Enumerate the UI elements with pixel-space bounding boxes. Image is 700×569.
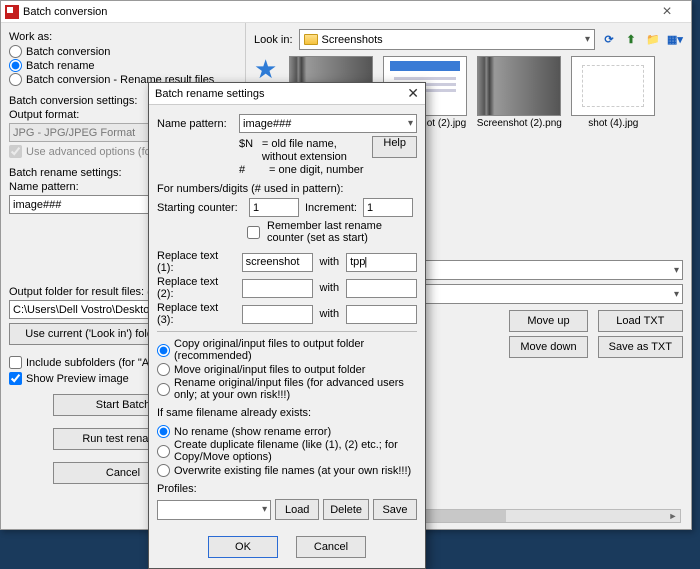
- replace1-label: Replace text (1):: [157, 250, 238, 274]
- load-txt-button[interactable]: Load TXT: [598, 310, 683, 332]
- up-folder-icon[interactable]: ⬆: [623, 33, 639, 46]
- save-txt-button[interactable]: Save as TXT: [598, 336, 683, 358]
- with-label: with: [317, 256, 343, 268]
- favorite-star-icon[interactable]: ★: [254, 56, 277, 82]
- name-pattern-label: Name pattern:: [157, 118, 235, 130]
- replace3-to-input[interactable]: [346, 305, 417, 324]
- move-up-button[interactable]: Move up: [509, 310, 587, 332]
- radio-overwrite[interactable]: Overwrite existing file names (at your o…: [157, 464, 417, 477]
- replace3-label: Replace text (3):: [157, 302, 238, 326]
- dialog-cancel-button[interactable]: Cancel: [296, 536, 366, 558]
- remember-counter-checkbox[interactable]: Remember last rename counter (set as sta…: [243, 220, 417, 244]
- batch-rename-settings-dialog: Batch rename settings ✕ Name pattern: im…: [148, 82, 426, 569]
- look-in-select[interactable]: Screenshots ▾: [299, 29, 595, 50]
- profiles-combo[interactable]: [157, 500, 271, 520]
- view-mode-icon[interactable]: ▦▾: [667, 33, 683, 46]
- scroll-right-icon[interactable]: ►: [666, 510, 680, 522]
- increment-input[interactable]: 1: [363, 198, 413, 217]
- same-filename-label: If same filename already exists:: [157, 407, 417, 419]
- look-in-label: Look in:: [254, 34, 293, 46]
- profiles-label: Profiles:: [157, 483, 417, 495]
- window-close-icon[interactable]: ×: [647, 3, 687, 21]
- name-pattern-combo[interactable]: image###: [239, 114, 417, 133]
- move-down-button[interactable]: Move down: [509, 336, 587, 358]
- new-folder-icon[interactable]: 📁: [645, 33, 661, 46]
- dialog-close-icon[interactable]: ✕: [407, 85, 419, 102]
- numbers-label: For numbers/digits (# used in pattern):: [157, 183, 417, 195]
- refresh-icon[interactable]: ⟳: [601, 33, 617, 46]
- file-thumb[interactable]: Screenshot (2).png: [475, 56, 563, 153]
- replace1-to-input[interactable]: tpp: [346, 253, 417, 272]
- dialog-title: Batch rename settings: [155, 88, 264, 100]
- titlebar: Batch conversion ×: [1, 1, 691, 23]
- radio-no-rename[interactable]: No rename (show rename error): [157, 425, 417, 438]
- radio-duplicate[interactable]: Create duplicate filename (like (1), (2)…: [157, 439, 417, 463]
- with-label: with: [317, 282, 343, 294]
- help-button[interactable]: Help: [372, 136, 417, 158]
- pattern-hint: $N= old file name, without extension #= …: [239, 138, 372, 177]
- replace1-from-input[interactable]: screenshot: [242, 253, 313, 272]
- work-as-label: Work as:: [9, 31, 237, 43]
- profile-load-button[interactable]: Load: [275, 499, 319, 520]
- file-thumb[interactable]: shot (4).jpg: [569, 56, 657, 153]
- replace2-from-input[interactable]: [242, 279, 313, 298]
- profile-delete-button[interactable]: Delete: [323, 499, 369, 520]
- ok-button[interactable]: OK: [208, 536, 278, 558]
- starting-counter-input[interactable]: 1: [249, 198, 299, 217]
- replace2-label: Replace text (2):: [157, 276, 238, 300]
- increment-label: Increment:: [305, 202, 357, 214]
- radio-batch-conversion[interactable]: Batch conversion: [9, 45, 237, 58]
- radio-batch-rename[interactable]: Batch rename: [9, 59, 237, 72]
- radio-rename-files[interactable]: Rename original/input files (for advance…: [157, 377, 417, 401]
- radio-copy-files[interactable]: Copy original/input files to output fold…: [157, 338, 417, 362]
- radio-move-files[interactable]: Move original/input files to output fold…: [157, 363, 417, 376]
- dialog-titlebar: Batch rename settings ✕: [149, 83, 425, 105]
- window-title: Batch conversion: [23, 6, 647, 18]
- replace2-to-input[interactable]: [346, 279, 417, 298]
- starting-counter-label: Starting counter:: [157, 202, 243, 214]
- profile-save-button[interactable]: Save: [373, 499, 417, 520]
- folder-icon: [304, 34, 318, 45]
- replace3-from-input[interactable]: [242, 305, 313, 324]
- with-label: with: [317, 308, 343, 320]
- app-icon: [5, 5, 19, 19]
